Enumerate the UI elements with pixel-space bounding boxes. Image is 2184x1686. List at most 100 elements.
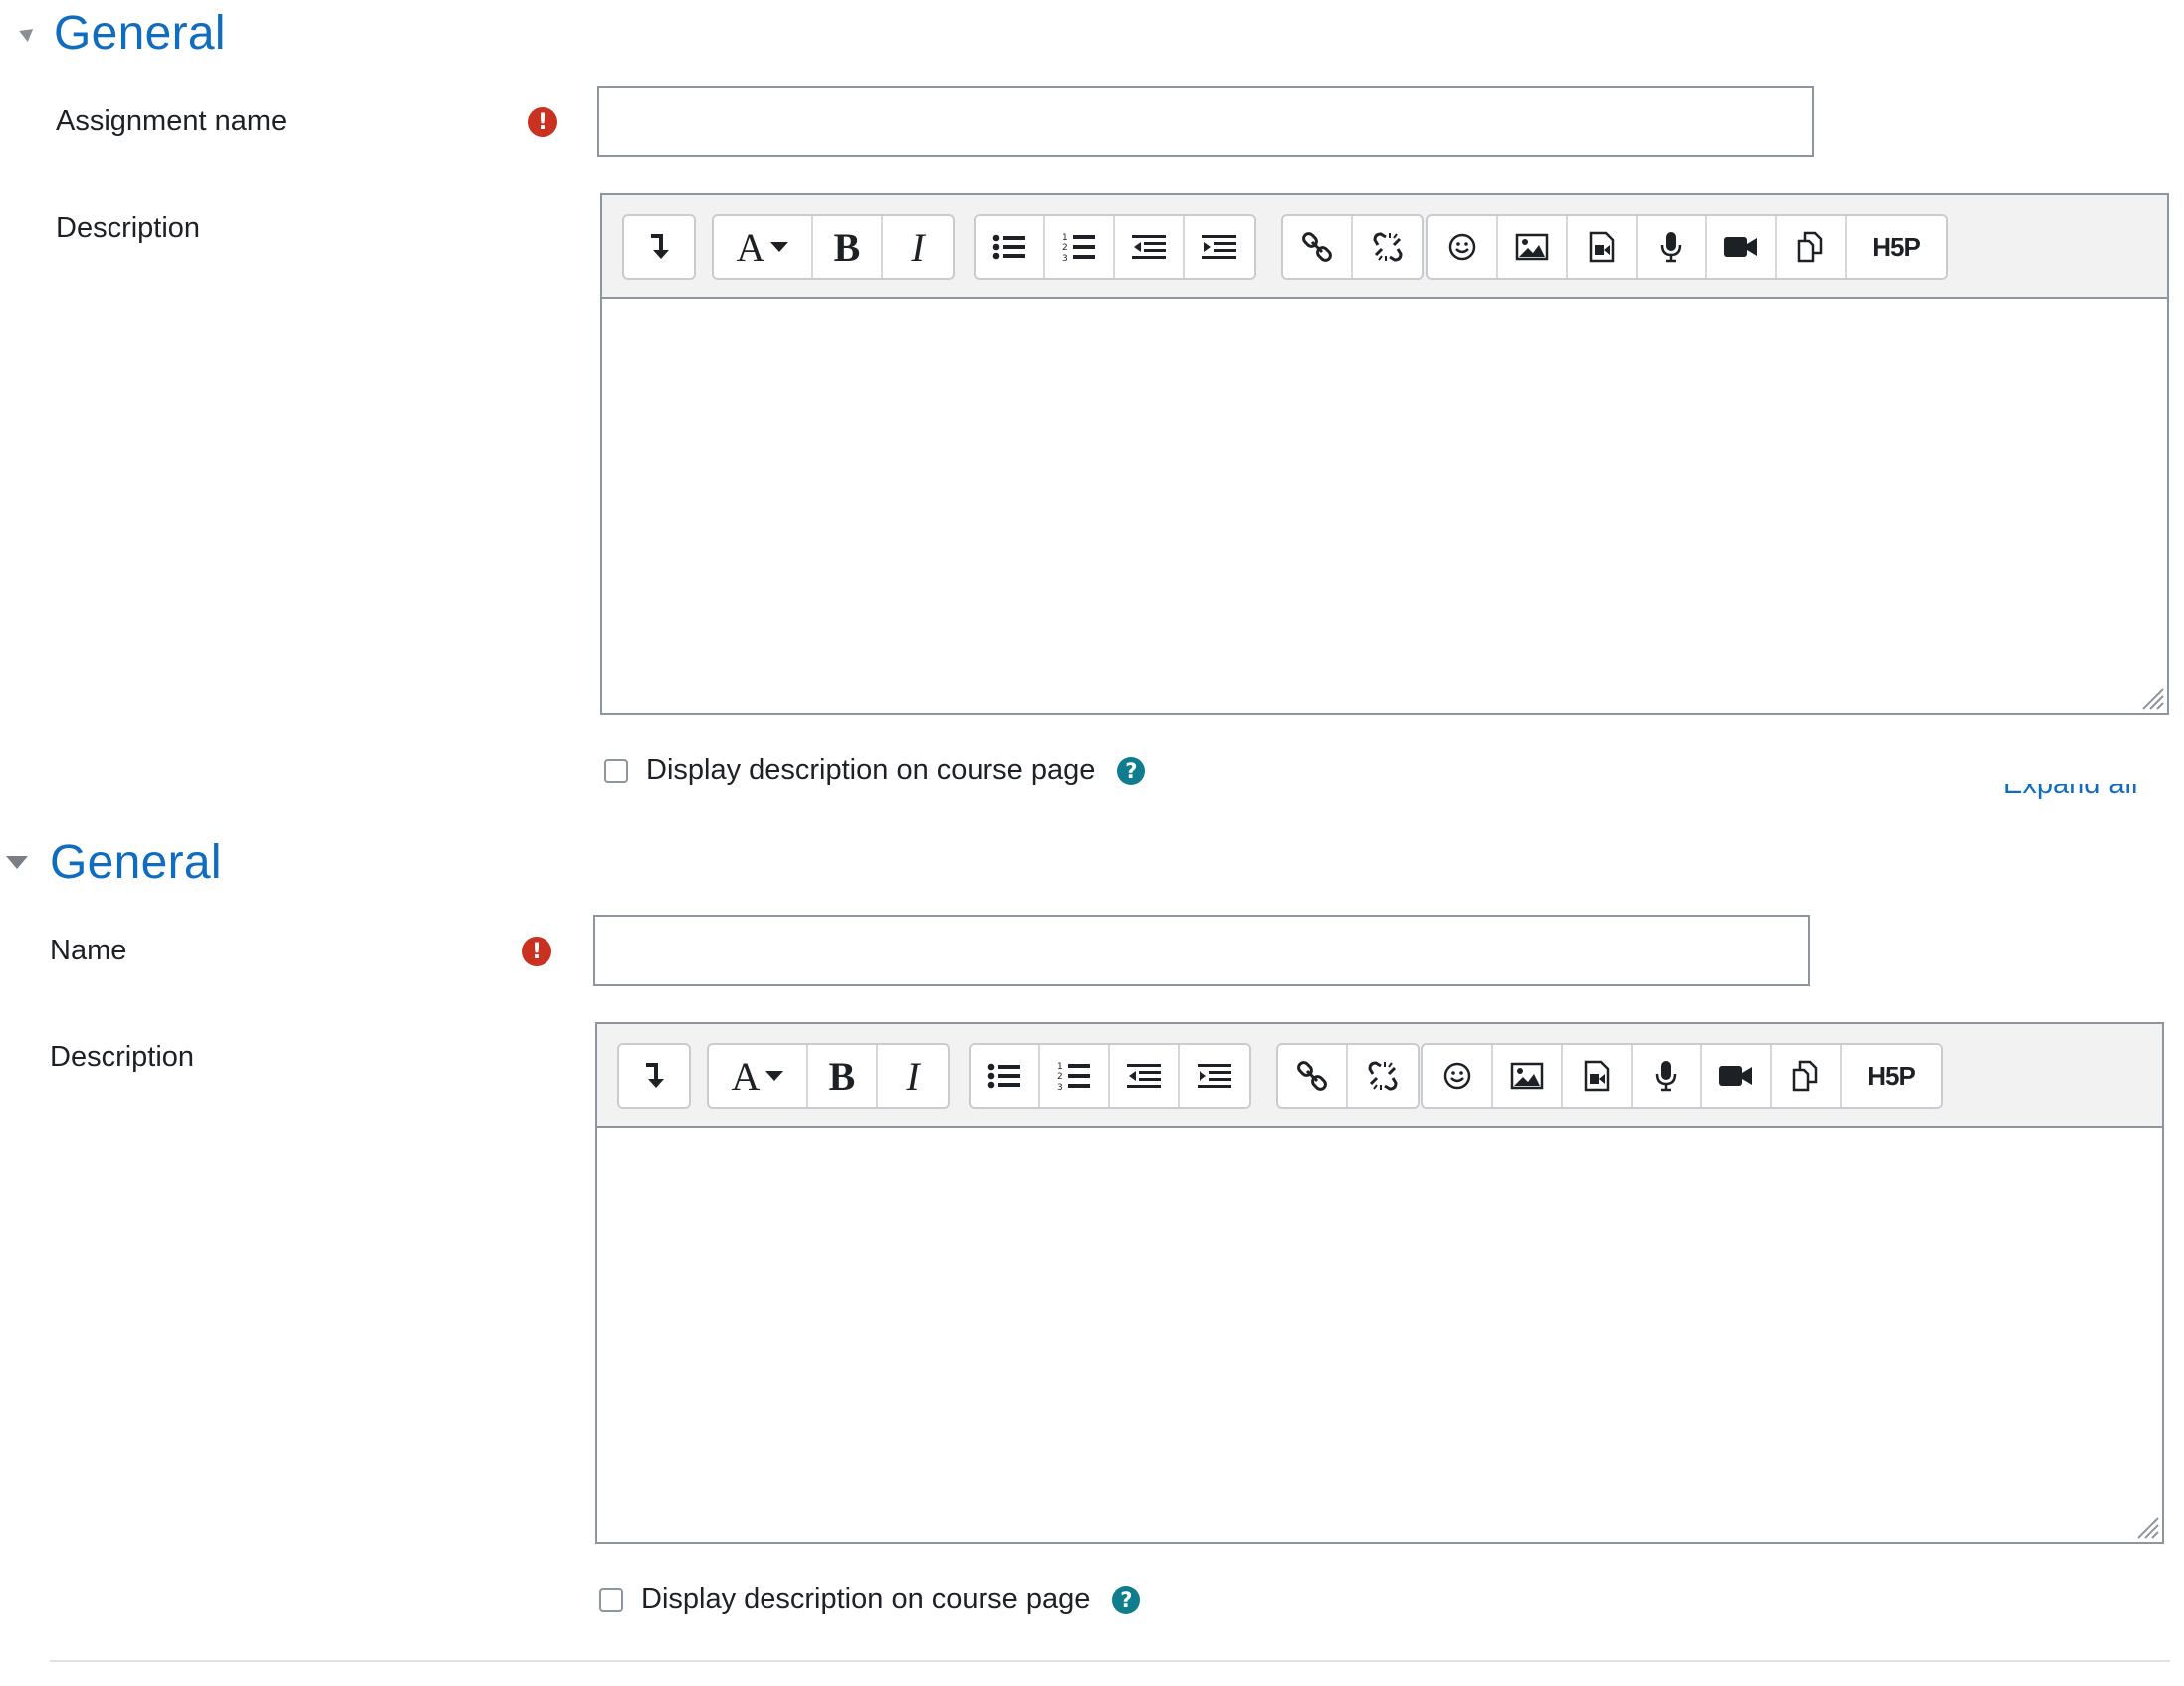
media-button[interactable] [1563,1045,1633,1107]
toolbar-group-lists: 123 [974,214,1256,280]
italic-icon: I [911,224,925,270]
svg-text:2: 2 [1057,1072,1063,1082]
assignment-name-input[interactable] [597,86,1814,157]
h5p-button[interactable]: H5P [1842,1045,1941,1107]
h5p-button[interactable]: H5P [1847,216,1946,278]
unordered-list-button[interactable] [971,1045,1040,1107]
bold-icon: B [833,224,861,270]
h5p-icon: H5P [1872,231,1921,262]
ordered-list-button[interactable]: 123 [1045,216,1115,278]
unlink-icon [1373,232,1403,262]
show-more-buttons-icon [646,1063,664,1088]
required-icon: ! [522,937,551,966]
svg-text:1: 1 [1062,233,1068,243]
emoji-button[interactable] [1423,1045,1493,1107]
collapse-triangle-icon[interactable] [6,856,28,869]
display-description-checkbox[interactable] [599,1587,623,1612]
editor-content-area[interactable] [602,299,2167,713]
ordered-list-button[interactable]: 123 [1040,1045,1110,1107]
indent-button[interactable] [1180,1045,1249,1107]
required-icon: ! [528,107,557,137]
emoji-button[interactable] [1428,216,1498,278]
paragraph-styles-icon: A [732,1053,784,1100]
help-icon[interactable]: ? [1117,756,1146,785]
resize-grip-icon[interactable] [2139,685,2165,711]
indent-button[interactable] [1185,216,1254,278]
description-label: Description [50,1041,195,1073]
link-icon [1297,1061,1327,1091]
record-audio-button[interactable] [1638,216,1707,278]
display-description-label[interactable]: Display description on course page [641,1583,1090,1616]
editor-toolbar: A B I 123 H5P [602,195,2167,299]
unordered-list-icon [987,1063,1020,1089]
toolbar-group-collapse [622,214,696,280]
emoji-icon [1443,1062,1471,1090]
h5p-icon: H5P [1867,1060,1916,1091]
show-more-buttons-button[interactable] [619,1045,689,1107]
ordered-list-icon: 123 [1062,233,1095,263]
image-button[interactable] [1498,216,1568,278]
toolbar-group-links [1281,214,1424,280]
display-description-row: Display description on course page ? [599,1583,1141,1616]
record-video-button[interactable] [1707,216,1777,278]
toolbar-group-media: H5P [1426,214,1948,280]
paragraph-styles-icon: A [737,224,789,271]
record-audio-icon [1660,232,1682,263]
italic-button[interactable]: I [883,216,953,278]
link-icon [1302,232,1332,262]
bold-button[interactable]: B [808,1045,878,1107]
outdent-button[interactable] [1110,1045,1180,1107]
emoji-icon [1448,233,1476,261]
editor-content-area[interactable] [597,1128,2162,1542]
bold-button[interactable]: B [813,216,883,278]
record-video-icon [1724,237,1757,257]
svg-text:3: 3 [1057,1083,1063,1092]
image-icon [1510,1062,1544,1090]
manage-files-button[interactable] [1772,1045,1842,1107]
indent-icon [1202,235,1236,259]
record-video-button[interactable] [1702,1045,1772,1107]
toolbar-group-lists: 123 [969,1043,1251,1109]
collapse-triangle-icon[interactable] [19,28,35,43]
paragraph-styles-button[interactable]: A [714,216,813,278]
unordered-list-icon [992,234,1025,260]
unlink-button[interactable] [1348,1045,1418,1107]
italic-button[interactable]: I [878,1045,948,1107]
unordered-list-button[interactable] [976,216,1045,278]
svg-text:3: 3 [1062,254,1068,263]
unlink-button[interactable] [1353,216,1422,278]
outdent-button[interactable] [1115,216,1185,278]
media-button[interactable] [1568,216,1638,278]
section-title[interactable]: General [50,835,222,890]
outdent-icon [1127,1064,1161,1088]
media-icon [1589,231,1615,263]
section-toggle-1[interactable]: General [19,6,226,61]
outdent-icon [1132,235,1166,259]
description-editor: A B I 123 H5P [595,1022,2164,1544]
toolbar-group-collapse [617,1043,691,1109]
record-audio-button[interactable] [1633,1045,1702,1107]
display-description-checkbox[interactable] [604,758,628,783]
toolbar-group-style: A B I [707,1043,950,1109]
description-editor: A B I 123 H5P [600,193,2169,715]
manage-files-button[interactable] [1777,216,1847,278]
name-label: Name [50,935,127,966]
paragraph-styles-button[interactable]: A [709,1045,808,1107]
section-toggle-2[interactable]: General [6,835,222,890]
link-button[interactable] [1283,216,1353,278]
show-more-buttons-button[interactable] [624,216,694,278]
display-description-row: Display description on course page ? [604,754,1146,787]
display-description-label[interactable]: Display description on course page [646,754,1095,787]
assignment-name-label: Assignment name [56,105,288,137]
bold-icon: B [828,1053,856,1099]
expand-all-link[interactable]: Expand all [2003,784,2172,812]
image-icon [1515,233,1549,261]
image-button[interactable] [1493,1045,1563,1107]
section-title[interactable]: General [54,6,226,61]
section-divider [50,1660,2170,1662]
italic-icon: I [906,1053,920,1099]
help-icon[interactable]: ? [1112,1585,1141,1614]
link-button[interactable] [1278,1045,1348,1107]
resize-grip-icon[interactable] [2134,1514,2160,1540]
name-input[interactable] [593,915,1810,986]
